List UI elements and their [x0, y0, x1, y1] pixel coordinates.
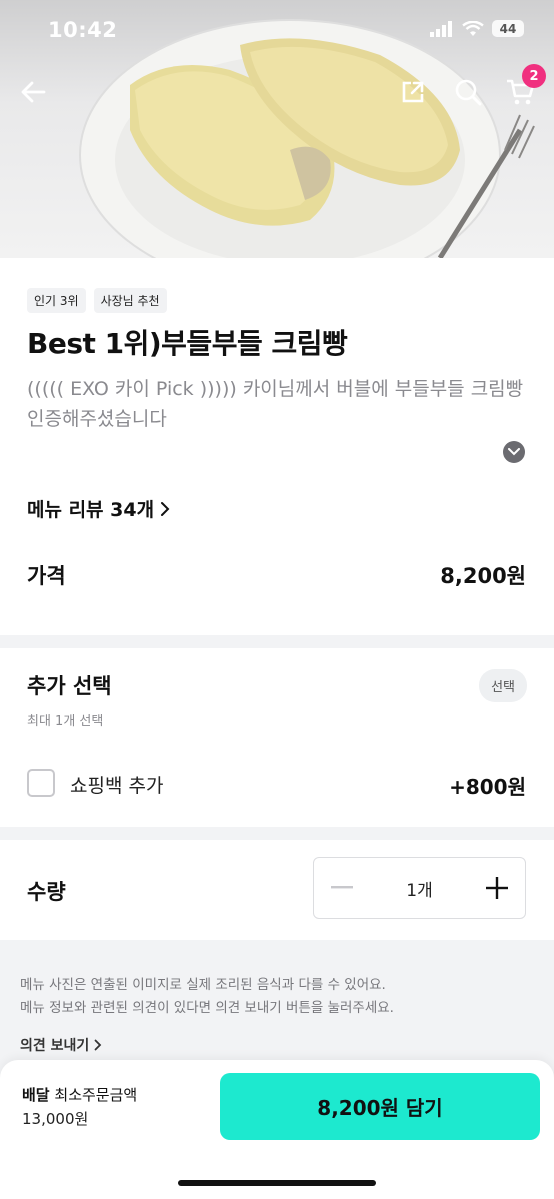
- quantity-label: 수량: [27, 880, 66, 904]
- send-feedback-link[interactable]: 의견 보내기: [20, 1035, 102, 1055]
- chevron-right-icon: [161, 501, 170, 516]
- min-order-value: 13,000원: [22, 1110, 89, 1128]
- chevron-right-icon: [94, 1039, 102, 1051]
- section-divider: [0, 827, 554, 840]
- status-bar: 10:42 44: [0, 0, 554, 60]
- shopping-bag-checkbox[interactable]: [27, 769, 55, 797]
- minus-icon: [331, 886, 353, 889]
- product-badges: 인기 3위 사장님 추천: [27, 288, 167, 313]
- owner-pick-badge: 사장님 추천: [93, 288, 167, 313]
- menu-notice: 메뉴 사진은 연출된 이미지로 실제 조리된 음식과 다를 수 있어요. 메뉴 …: [20, 974, 394, 1020]
- arrow-left-icon: [21, 81, 46, 103]
- option-section-subtitle: 최대 1개 선택: [27, 714, 104, 729]
- increase-quantity-button[interactable]: [469, 858, 525, 918]
- share-button[interactable]: [395, 74, 431, 110]
- quantity-value: 1개: [406, 880, 433, 901]
- price-value: 8,200원: [440, 564, 526, 588]
- home-indicator: [178, 1180, 376, 1186]
- notice-line: 메뉴 정보와 관련된 의견이 있다면 의견 보내기 버튼을 눌러주세요.: [20, 1000, 394, 1016]
- option-item-price: +800원: [449, 775, 526, 799]
- wifi-icon: [462, 20, 484, 36]
- price-label: 가격: [27, 564, 66, 588]
- product-description: ((((( EXO 카이 Pick ))))) 카이님께서 버블에 부들부들 크…: [27, 378, 524, 430]
- menu-review-label: 메뉴 리뷰 34개: [27, 499, 155, 521]
- option-select-tag: 선택: [479, 669, 527, 702]
- product-title: Best 1위)부들부들 크림빵: [27, 327, 348, 360]
- menu-review-link[interactable]: 메뉴 리뷰 34개: [27, 495, 170, 522]
- min-order-text: 최소주문금액: [54, 1086, 138, 1104]
- share-icon: [402, 81, 424, 103]
- send-feedback-label: 의견 보내기: [20, 1038, 90, 1054]
- search-icon: [455, 79, 482, 106]
- delivery-label: 배달: [22, 1086, 50, 1104]
- back-button[interactable]: [15, 74, 51, 110]
- quantity-stepper: 1개: [313, 857, 526, 919]
- section-divider: [0, 635, 554, 648]
- battery-icon: 44: [492, 20, 524, 37]
- decrease-quantity-button[interactable]: [314, 858, 370, 918]
- option-item-label[interactable]: 쇼핑백 추가: [70, 771, 163, 798]
- status-time: 10:42: [48, 18, 118, 42]
- rank-badge: 인기 3위: [27, 288, 86, 313]
- chevron-down-icon: [508, 448, 520, 456]
- min-order-label: 배달 최소주문금액: [22, 1084, 137, 1105]
- cart-count-badge: 2: [522, 64, 546, 88]
- description-expand-button[interactable]: [503, 441, 525, 463]
- option-section-title: 추가 선택: [27, 674, 112, 698]
- search-button[interactable]: [450, 74, 486, 110]
- notice-line: 메뉴 사진은 연출된 이미지로 실제 조리된 음식과 다를 수 있어요.: [20, 977, 386, 993]
- signal-icon: [430, 20, 452, 37]
- add-to-cart-button[interactable]: 8,200원 담기: [220, 1073, 540, 1140]
- plus-icon: [486, 877, 508, 899]
